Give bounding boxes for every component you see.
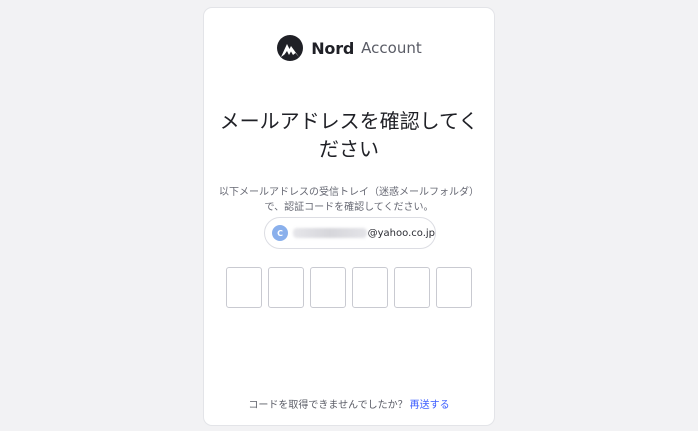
code-digit-4[interactable] [352,267,388,308]
avatar: C [272,225,288,241]
nord-mountain-logo-icon [277,35,304,61]
email-chip: C @yahoo.co.jp [264,217,436,249]
code-digit-2[interactable] [268,267,304,308]
instruction-line-1: 以下メールアドレスの受信トレイ（迷惑メールフォルダ） [219,187,479,198]
verification-code-inputs [226,267,472,308]
resend-row: コードを取得できませんでしたか？ 再送する [204,396,494,411]
resend-prompt: コードを取得できませんでしたか？ [248,400,408,411]
code-digit-6[interactable] [436,267,472,308]
brand-name: Nord [311,38,355,58]
instruction-line-2: で、認証コードを確認してください。 [264,202,434,213]
brand-suffix: Account [361,39,422,57]
code-digit-3[interactable] [310,267,346,308]
instruction-text: 以下メールアドレスの受信トレイ（迷惑メールフォルダ） で、認証コードを確認してく… [214,185,484,215]
page-title: メールアドレスを確認してく ださい [214,107,484,163]
verification-card: Nord Account メールアドレスを確認してく ださい 以下メールアドレス… [203,7,495,426]
page-title-line-2: ださい [319,137,379,161]
code-digit-5[interactable] [394,267,430,308]
redacted-email-local-part [293,228,367,238]
page-title-line-1: メールアドレスを確認してく [219,109,479,133]
resend-link[interactable]: 再送する [410,400,450,411]
code-digit-1[interactable] [226,267,262,308]
email-domain: @yahoo.co.jp [367,227,435,239]
brand-header: Nord Account [204,35,494,61]
